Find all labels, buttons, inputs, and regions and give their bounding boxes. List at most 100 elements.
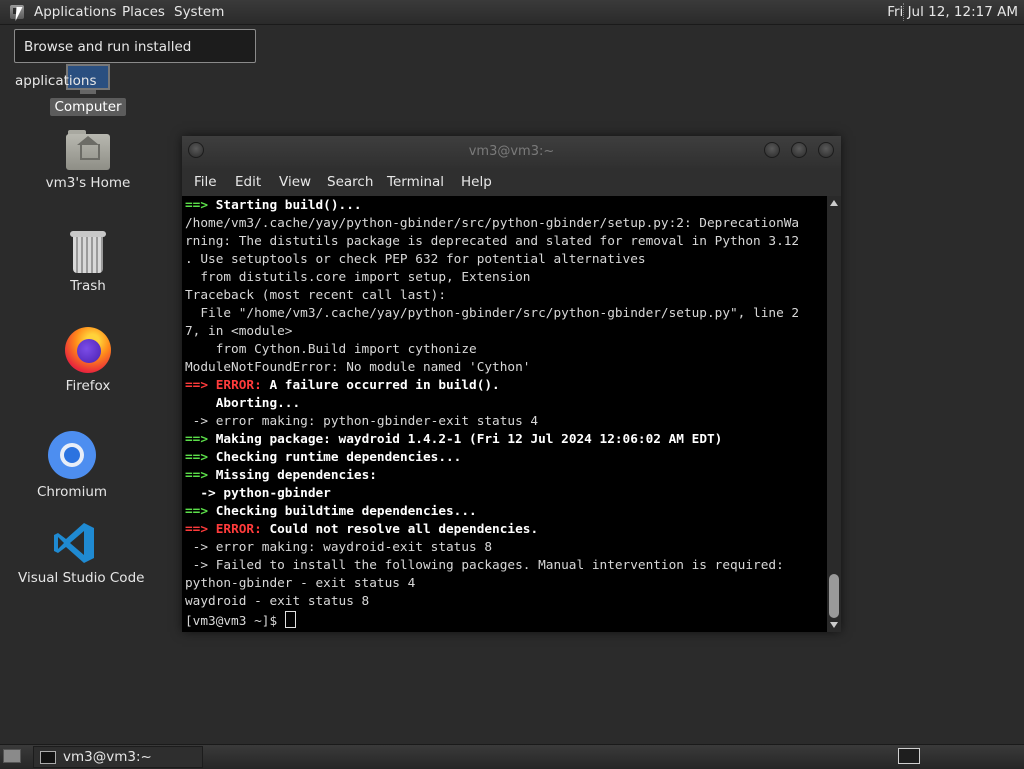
terminal-text-segment: File "/home/vm3/.cache/yay/python-gbinde… xyxy=(185,306,800,321)
terminal-text-segment: waydroid - exit status 8 xyxy=(185,594,370,609)
terminal-icon xyxy=(40,751,56,764)
desktop-icon-home[interactable]: vm3's Home xyxy=(28,130,148,192)
terminal-scrollbar[interactable] xyxy=(827,196,841,632)
desktop-icon-label: Computer xyxy=(50,98,126,116)
terminal-text-segment: Checking buildtime dependencies... xyxy=(215,504,477,519)
terminal-prompt-line: [vm3@vm3 ~]$ xyxy=(185,611,296,629)
applications-menu[interactable]: Applications xyxy=(34,4,116,20)
close-button[interactable] xyxy=(818,142,834,158)
terminal-text-segment: python-gbinder xyxy=(223,486,331,501)
terminal-line: waydroid - exit status 8 xyxy=(185,593,369,611)
menu-view[interactable]: View xyxy=(279,174,311,190)
workspace-switcher[interactable] xyxy=(898,748,920,764)
desktop-icon-trash[interactable]: Trash xyxy=(28,231,148,295)
terminal-line: rning: The distutils package is deprecat… xyxy=(185,233,799,251)
desktop-icon-chromium[interactable]: Chromium xyxy=(12,431,132,501)
terminal-line: ==> Starting build()... xyxy=(185,197,362,215)
firefox-icon xyxy=(65,327,111,373)
home-folder-icon xyxy=(66,130,110,170)
menu-search[interactable]: Search xyxy=(327,174,373,190)
desktop-icon-label: Firefox xyxy=(65,378,111,394)
taskbar-window-label: vm3@vm3:~ xyxy=(63,749,152,765)
mouse-pointer-icon xyxy=(15,7,29,21)
terminal-line: 7, in <module> xyxy=(185,323,292,341)
terminal-line: -> error making: waydroid-exit status 8 xyxy=(185,539,492,557)
terminal-text-segment: rning: The distutils package is deprecat… xyxy=(185,234,800,249)
desktop-icon-firefox[interactable]: Firefox xyxy=(28,327,148,395)
terminal-text-segment: -> xyxy=(185,486,224,501)
terminal-line: ==> Missing dependencies: xyxy=(185,467,377,485)
terminal-text-segment: ==> xyxy=(185,450,216,465)
window-title-bar[interactable]: vm3@vm3:~ xyxy=(182,136,841,169)
scroll-up-arrow-icon[interactable] xyxy=(830,200,838,206)
terminal-text-segment: from Cython.Build import cythonize xyxy=(185,342,477,357)
terminal-text-segment: . Use setuptools or check PEP 632 for po… xyxy=(185,252,646,267)
terminal-text-segment: ==> xyxy=(185,468,216,483)
terminal-line: /home/vm3/.cache/yay/python-gbinder/src/… xyxy=(185,215,799,233)
terminal-text-segment: ERROR: xyxy=(215,522,270,537)
terminal-line: -> error making: python-gbinder-exit sta… xyxy=(185,413,538,431)
minimize-button[interactable] xyxy=(764,142,780,158)
terminal-text-segment: 7, in <module> xyxy=(185,324,293,339)
vscode-icon xyxy=(52,521,96,565)
terminal-text-segment: A failure occurred in build(). xyxy=(269,378,500,393)
terminal-line: ==> Making package: waydroid 1.4.2-1 (Fr… xyxy=(185,431,722,449)
terminal-window: vm3@vm3:~ File Edit View Search Terminal… xyxy=(182,136,841,632)
desktop-icon-vscode[interactable]: Visual Studio Code xyxy=(14,521,144,587)
terminal-line: Traceback (most recent call last): xyxy=(185,287,446,305)
terminal-text-segment: Starting build()... xyxy=(215,198,362,213)
scrollbar-thumb[interactable] xyxy=(829,574,839,618)
terminal-text-segment: from distutils.core import setup, Extens… xyxy=(185,270,531,285)
terminal-line: Aborting... xyxy=(185,395,300,413)
window-title: vm3@vm3:~ xyxy=(468,144,555,159)
terminal-line: -> python-gbinder xyxy=(185,485,331,503)
menu-edit[interactable]: Edit xyxy=(235,174,261,190)
menu-file[interactable]: File xyxy=(194,174,217,190)
trash-icon xyxy=(70,231,106,273)
terminal-text-segment: ==> xyxy=(185,504,216,519)
terminal-line: ==> ERROR: Could not resolve all depende… xyxy=(185,521,538,539)
desktop-icon-label: Chromium xyxy=(36,484,108,500)
terminal-text-segment: -> Failed to install the following packa… xyxy=(185,558,784,573)
desktop-icon-label: Visual Studio Code xyxy=(18,570,145,586)
bottom-panel: vm3@vm3:~ xyxy=(0,744,1024,769)
tooltip: Browse and run installed applications xyxy=(14,29,256,89)
show-desktop-icon[interactable] xyxy=(3,749,21,763)
terminal-text-segment: Checking runtime dependencies... xyxy=(215,450,462,465)
scroll-down-arrow-icon[interactable] xyxy=(830,622,838,628)
desktop-icon-label: vm3's Home xyxy=(45,175,131,191)
clock[interactable]: Fri Jul 12, 12:17 AM xyxy=(887,4,1018,20)
terminal-text-segment: ERROR: xyxy=(215,378,270,393)
system-menu[interactable]: System xyxy=(174,4,224,20)
terminal-text-segment: ==> xyxy=(185,378,216,393)
terminal-menu-bar: File Edit View Search Terminal Help xyxy=(182,168,841,196)
terminal-text-segment: /home/vm3/.cache/yay/python-gbinder/src/… xyxy=(185,216,800,231)
places-menu[interactable]: Places xyxy=(122,4,165,20)
taskbar-window-button[interactable]: vm3@vm3:~ xyxy=(33,746,203,768)
maximize-button[interactable] xyxy=(791,142,807,158)
chromium-icon xyxy=(48,431,96,479)
terminal-line: ==> Checking buildtime dependencies... xyxy=(185,503,477,521)
terminal-text-segment: Missing dependencies: xyxy=(215,468,377,483)
terminal-text-segment: Traceback (most recent call last): xyxy=(185,288,446,303)
text-cursor xyxy=(284,611,296,628)
terminal-line: File "/home/vm3/.cache/yay/python-gbinde… xyxy=(185,305,799,323)
terminal-text-segment: Making package: waydroid 1.4.2-1 (Fri 12… xyxy=(215,432,723,447)
terminal-line: ==> Checking runtime dependencies... xyxy=(185,449,461,467)
terminal-text-segment: -> error making: waydroid-exit status 8 xyxy=(185,540,493,555)
menu-terminal[interactable]: Terminal xyxy=(387,174,444,190)
desktop-icon-label: Trash xyxy=(70,278,106,294)
terminal-text-segment: python-gbinder - exit status 4 xyxy=(185,576,416,591)
top-panel: Applications Places System Fri Jul 12, 1… xyxy=(0,0,1024,25)
terminal-line: from distutils.core import setup, Extens… xyxy=(185,269,530,287)
terminal-text-segment: ==> xyxy=(185,522,216,537)
terminal-output[interactable]: ==> Starting build().../home/vm3/.cache/… xyxy=(182,196,827,632)
terminal-text-segment: ==> xyxy=(185,432,216,447)
terminal-line: ModuleNotFoundError: No module named 'Cy… xyxy=(185,359,530,377)
terminal-line: -> Failed to install the following packa… xyxy=(185,557,784,575)
terminal-text-segment: ==> xyxy=(185,198,216,213)
terminal-line: . Use setuptools or check PEP 632 for po… xyxy=(185,251,646,269)
terminal-text-segment: -> error making: python-gbinder-exit sta… xyxy=(185,414,539,429)
menu-help[interactable]: Help xyxy=(461,174,492,190)
terminal-text-segment: ModuleNotFoundError: No module named 'Cy… xyxy=(185,360,531,375)
